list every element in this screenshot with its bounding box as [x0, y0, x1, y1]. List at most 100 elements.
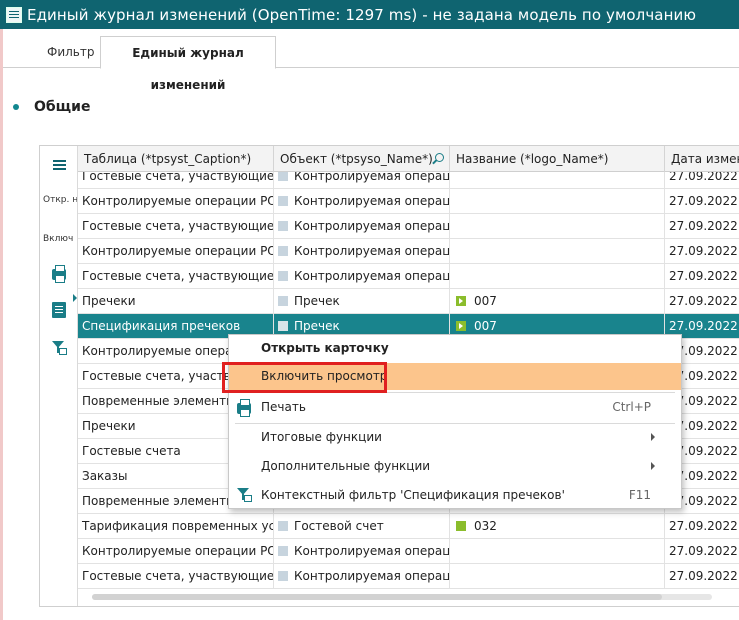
cell-date[interactable]: 27.09.2022 1 [665, 514, 739, 539]
horizontal-scrollbar[interactable] [92, 591, 712, 601]
cell-table[interactable]: Контролируемые операции POS [78, 239, 274, 264]
object-type-icon [278, 196, 288, 206]
printer-icon [237, 399, 251, 417]
cell-object[interactable]: Контролируемая операц... [274, 264, 450, 289]
login-arrow-icon [456, 296, 466, 306]
cell-table[interactable]: Тарификация повременных усл... [78, 514, 274, 539]
scrollbar-thumb[interactable] [92, 594, 662, 600]
cell-date[interactable]: 27.09.2022 1 [665, 289, 739, 314]
table-row[interactable]: ПречекиПречек00727.09.2022 1 [78, 289, 739, 314]
column-header-name[interactable]: Название (*logo_Name*) [450, 146, 665, 172]
app-journal-icon [6, 6, 22, 23]
cell-table[interactable]: Гостевые счета, участвующие в... [78, 264, 274, 289]
cell-name[interactable] [450, 264, 665, 289]
table-row[interactable]: Контролируемые операции POS Контролируема… [78, 239, 739, 264]
cell-table[interactable]: Гостевые счета, участвующие в... [78, 172, 274, 189]
column-header-date[interactable]: Дата измене [665, 146, 739, 172]
window-title: Единый журнал изменений (OpenTime: 1297 … [27, 5, 697, 24]
bullet-icon [13, 104, 19, 110]
printer-icon [52, 264, 66, 283]
table-row[interactable]: Гостевые счета, участвующие в...Контроли… [78, 214, 739, 239]
grid-header: Таблица (*tpsyst_Caption*) Объект (*tpsy… [78, 146, 739, 172]
menu-item-open-card[interactable]: Открыть карточку [229, 335, 681, 362]
object-type-icon [278, 296, 288, 306]
object-type-icon [278, 571, 288, 581]
context-filter-shortcut: F11 [628, 488, 651, 502]
search-icon[interactable] [435, 153, 444, 162]
login-arrow-icon [456, 321, 466, 331]
cell-table[interactable]: Контролируемые операции POS [78, 189, 274, 214]
cell-name[interactable] [450, 214, 665, 239]
filter-icon [237, 488, 252, 502]
object-type-icon [278, 321, 288, 331]
table-row[interactable]: Гостевые счета, участвующие в...Контроли… [78, 564, 739, 589]
enable-button[interactable]: Включ [43, 234, 77, 244]
cell-object[interactable]: Контролируемая операц... [274, 214, 450, 239]
filter-icon [52, 341, 67, 355]
cell-object[interactable]: Контролируемая операц... [274, 239, 450, 264]
cell-object[interactable]: Гостевой счет [274, 514, 450, 539]
cell-name[interactable] [450, 189, 665, 214]
print-shortcut: Ctrl+P [612, 400, 651, 414]
object-type-icon [278, 546, 288, 556]
object-type-icon [278, 246, 288, 256]
tab-journal[interactable]: Единый журнал изменений [100, 36, 276, 92]
side-toolbar: Откр. н Включ [40, 146, 78, 606]
object-type-icon [278, 172, 288, 181]
cell-object[interactable]: Контролируемая операц... [274, 539, 450, 564]
table-row[interactable]: Гостевые счета, участвующие в...Контроли… [78, 264, 739, 289]
card-icon [52, 302, 66, 318]
cell-table[interactable]: Контролируемые операции POS [78, 539, 274, 564]
table-row[interactable]: Контролируемые операции POS Контролируема… [78, 539, 739, 564]
cell-date[interactable]: 27.09.2022 1 [665, 239, 739, 264]
table-row[interactable]: Гостевые счета, участвующие в...Контроли… [78, 172, 739, 189]
menu-item-print[interactable]: Печать Ctrl+P [229, 394, 681, 421]
hamburger-icon [52, 164, 66, 166]
tab-bar: Фильтр Единый журнал изменений [3, 36, 739, 92]
cell-object[interactable]: Контролируемая операц... [274, 172, 450, 189]
cell-table[interactable]: Пречеки [78, 289, 274, 314]
cell-object[interactable]: Контролируемая операц... [274, 189, 450, 214]
cell-date[interactable]: 27.09.2022 1 [665, 214, 739, 239]
cell-date[interactable]: 27.09.2022 1 [665, 264, 739, 289]
context-menu: Открыть карточку Включить просмотр Печат… [228, 334, 682, 509]
cell-name[interactable] [450, 539, 665, 564]
submenu-arrow-icon [651, 462, 655, 470]
cell-name[interactable]: 007 [450, 289, 665, 314]
table-row[interactable]: Контролируемые операции POS Контролируема… [78, 189, 739, 214]
cell-name[interactable]: 032 [450, 514, 665, 539]
cell-table[interactable]: Гостевые счета, участвующие в... [78, 564, 274, 589]
cell-object[interactable]: Контролируемая операц... [274, 564, 450, 589]
tab-filter[interactable]: Фильтр [37, 36, 104, 68]
cell-name[interactable] [450, 239, 665, 264]
cell-object[interactable]: Пречек [274, 289, 450, 314]
left-edge-strip [0, 29, 3, 620]
object-type-icon [278, 521, 288, 531]
cell-name[interactable] [450, 172, 665, 189]
open-new-button[interactable]: Откр. н [43, 195, 77, 205]
column-header-object[interactable]: Объект (*tpsyso_Name*) [274, 146, 450, 172]
cell-name[interactable] [450, 564, 665, 589]
menu-item-summary-functions[interactable]: Итоговые функции [229, 424, 681, 451]
object-type-icon [278, 221, 288, 231]
cell-date[interactable]: 27.09.2022 1 [665, 189, 739, 214]
menu-item-additional-functions[interactable]: Дополнительные функции [229, 453, 681, 480]
expand-arrow-icon [73, 294, 77, 302]
cell-date[interactable]: 27.09.2022 1 [665, 539, 739, 564]
column-header-table[interactable]: Таблица (*tpsyst_Caption*) [78, 146, 274, 172]
status-square-icon [456, 521, 466, 531]
group-header[interactable]: Общие [13, 99, 90, 115]
print-button[interactable] [40, 261, 78, 287]
cell-date[interactable]: 27.09.2022 1 [665, 172, 739, 189]
highlight-annotation [222, 362, 387, 393]
cell-table[interactable]: Гостевые счета, участвующие в... [78, 214, 274, 239]
submenu-arrow-icon [651, 433, 655, 441]
group-label: Общие [34, 99, 91, 115]
window-titlebar: Единый журнал изменений (OpenTime: 1297 … [0, 0, 739, 29]
menu-item-context-filter[interactable]: Контекстный фильтр 'Спецификация пречеко… [229, 482, 681, 509]
grid-menu-button[interactable] [40, 152, 78, 178]
table-row[interactable]: Тарификация повременных усл... Гостевой с… [78, 514, 739, 539]
filter-button[interactable] [40, 335, 78, 361]
cell-date[interactable]: 27.09.2022 1 [665, 564, 739, 589]
object-type-icon [278, 271, 288, 281]
